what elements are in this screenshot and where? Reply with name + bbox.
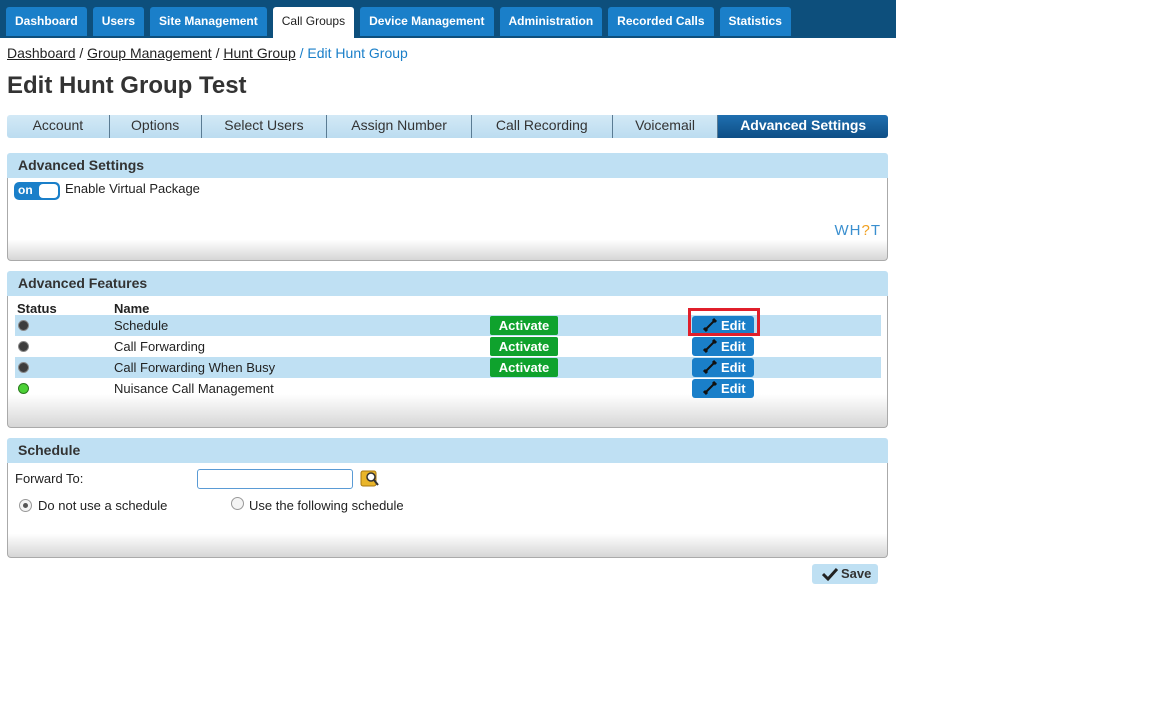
radio-use-schedule[interactable]: [231, 497, 244, 510]
phone-icon: [702, 338, 718, 354]
nav-tab-site-management[interactable]: Site Management: [150, 7, 267, 36]
panel-header: Advanced Settings: [7, 153, 888, 178]
nav-tab-device-management[interactable]: Device Management: [360, 7, 494, 36]
status-indicator-icon: [18, 362, 29, 373]
top-bar: Dashboard Users Site Management Call Gro…: [0, 0, 896, 38]
logo-text-a: WH: [834, 222, 862, 239]
toggle-state-label: on: [18, 183, 33, 197]
top-nav: Dashboard Users Site Management Call Gro…: [6, 7, 791, 38]
edit-label: Edit: [721, 339, 746, 354]
feature-name: Schedule: [114, 318, 169, 333]
breadcrumb: Dashboard / Group Management / Hunt Grou…: [7, 45, 408, 61]
phone-icon: [702, 380, 718, 396]
advanced-features-panel: Advanced Features Status Name Schedule A…: [7, 271, 888, 428]
features-table: Status Name Schedule Activate Edit Call …: [15, 301, 881, 399]
nav-tab-call-groups[interactable]: Call Groups: [272, 7, 355, 38]
panel-body: on Enable Virtual Package WH?T: [7, 178, 888, 261]
tab-select-users[interactable]: Select Users: [202, 115, 328, 138]
breadcrumb-separator: /: [215, 45, 220, 61]
forward-to-label: Forward To:: [15, 471, 84, 486]
table-row: Call Forwarding Activate Edit: [15, 336, 881, 357]
phone-icon: [702, 359, 718, 375]
feature-name: Call Forwarding When Busy: [114, 360, 276, 375]
breadcrumb-separator: /: [79, 45, 84, 61]
nav-tab-recorded-calls[interactable]: Recorded Calls: [608, 7, 714, 36]
logo-text-c: T: [870, 222, 881, 239]
nav-tab-users[interactable]: Users: [92, 7, 145, 36]
phone-icon: [702, 317, 718, 333]
tab-assign-number[interactable]: Assign Number: [327, 115, 472, 138]
nav-tab-statistics[interactable]: Statistics: [719, 7, 791, 36]
panel-header: Advanced Features: [7, 271, 888, 296]
column-header-name: Name: [114, 301, 150, 316]
directory-search-icon[interactable]: [360, 468, 380, 488]
save-button[interactable]: Save: [812, 564, 878, 584]
edit-button[interactable]: Edit: [692, 337, 754, 356]
advanced-settings-panel: Advanced Settings on Enable Virtual Pack…: [7, 153, 888, 261]
tab-advanced-settings[interactable]: Advanced Settings: [718, 115, 889, 138]
feature-name: Call Forwarding: [114, 339, 206, 354]
radio-no-schedule-label: Do not use a schedule: [38, 498, 168, 513]
edit-button[interactable]: Edit: [692, 358, 754, 377]
panel-header: Schedule: [7, 438, 888, 463]
activate-button[interactable]: Activate: [490, 358, 558, 377]
table-header: Status Name: [15, 301, 881, 316]
panel-body: Status Name Schedule Activate Edit Call …: [7, 296, 888, 428]
nav-tab-dashboard[interactable]: Dashboard: [6, 7, 87, 36]
nav-tab-administration[interactable]: Administration: [499, 7, 603, 36]
save-label: Save: [841, 566, 872, 581]
checkmark-icon: [822, 567, 838, 582]
whot-logo: WH?T: [834, 222, 881, 239]
edit-label: Edit: [721, 381, 746, 396]
page-title: Edit Hunt Group Test: [7, 72, 247, 99]
activate-button[interactable]: Activate: [490, 337, 558, 356]
tab-call-recording[interactable]: Call Recording: [472, 115, 613, 138]
table-row: Schedule Activate Edit: [15, 315, 881, 336]
breadcrumb-link-dashboard[interactable]: Dashboard: [7, 45, 76, 61]
tab-options[interactable]: Options: [110, 115, 202, 138]
radio-no-schedule[interactable]: [19, 499, 32, 512]
toggle-label: Enable Virtual Package: [65, 181, 200, 196]
edit-label: Edit: [721, 318, 746, 333]
edit-button[interactable]: Edit: [692, 379, 754, 398]
logo-text-b: ?: [861, 222, 871, 239]
radio-use-schedule-label: Use the following schedule: [249, 498, 404, 513]
forward-to-input[interactable]: [197, 469, 353, 489]
breadcrumb-link-hunt-group[interactable]: Hunt Group: [223, 45, 295, 61]
virtual-package-toggle[interactable]: on: [14, 182, 60, 200]
table-row: Nuisance Call Management Edit: [15, 378, 881, 399]
sub-tab-bar: Account Options Select Users Assign Numb…: [7, 115, 889, 138]
feature-name: Nuisance Call Management: [114, 381, 274, 396]
activate-button[interactable]: Activate: [490, 316, 558, 335]
status-indicator-icon: [18, 341, 29, 352]
breadcrumb-current: Edit Hunt Group: [307, 45, 408, 61]
status-indicator-icon: [18, 320, 29, 331]
edit-button[interactable]: Edit: [692, 316, 754, 335]
tab-account[interactable]: Account: [7, 115, 110, 138]
panel-body: Forward To: Do not use a schedule Use th…: [7, 463, 888, 558]
tab-voicemail[interactable]: Voicemail: [613, 115, 719, 138]
breadcrumb-link-group-management[interactable]: Group Management: [87, 45, 212, 61]
toggle-knob: [39, 184, 58, 198]
status-indicator-icon: [18, 383, 29, 394]
breadcrumb-separator: /: [299, 45, 304, 61]
edit-label: Edit: [721, 360, 746, 375]
schedule-panel: Schedule Forward To: Do not use a schedu…: [7, 438, 888, 558]
table-row: Call Forwarding When Busy Activate Edit: [15, 357, 881, 378]
column-header-status: Status: [17, 301, 57, 316]
